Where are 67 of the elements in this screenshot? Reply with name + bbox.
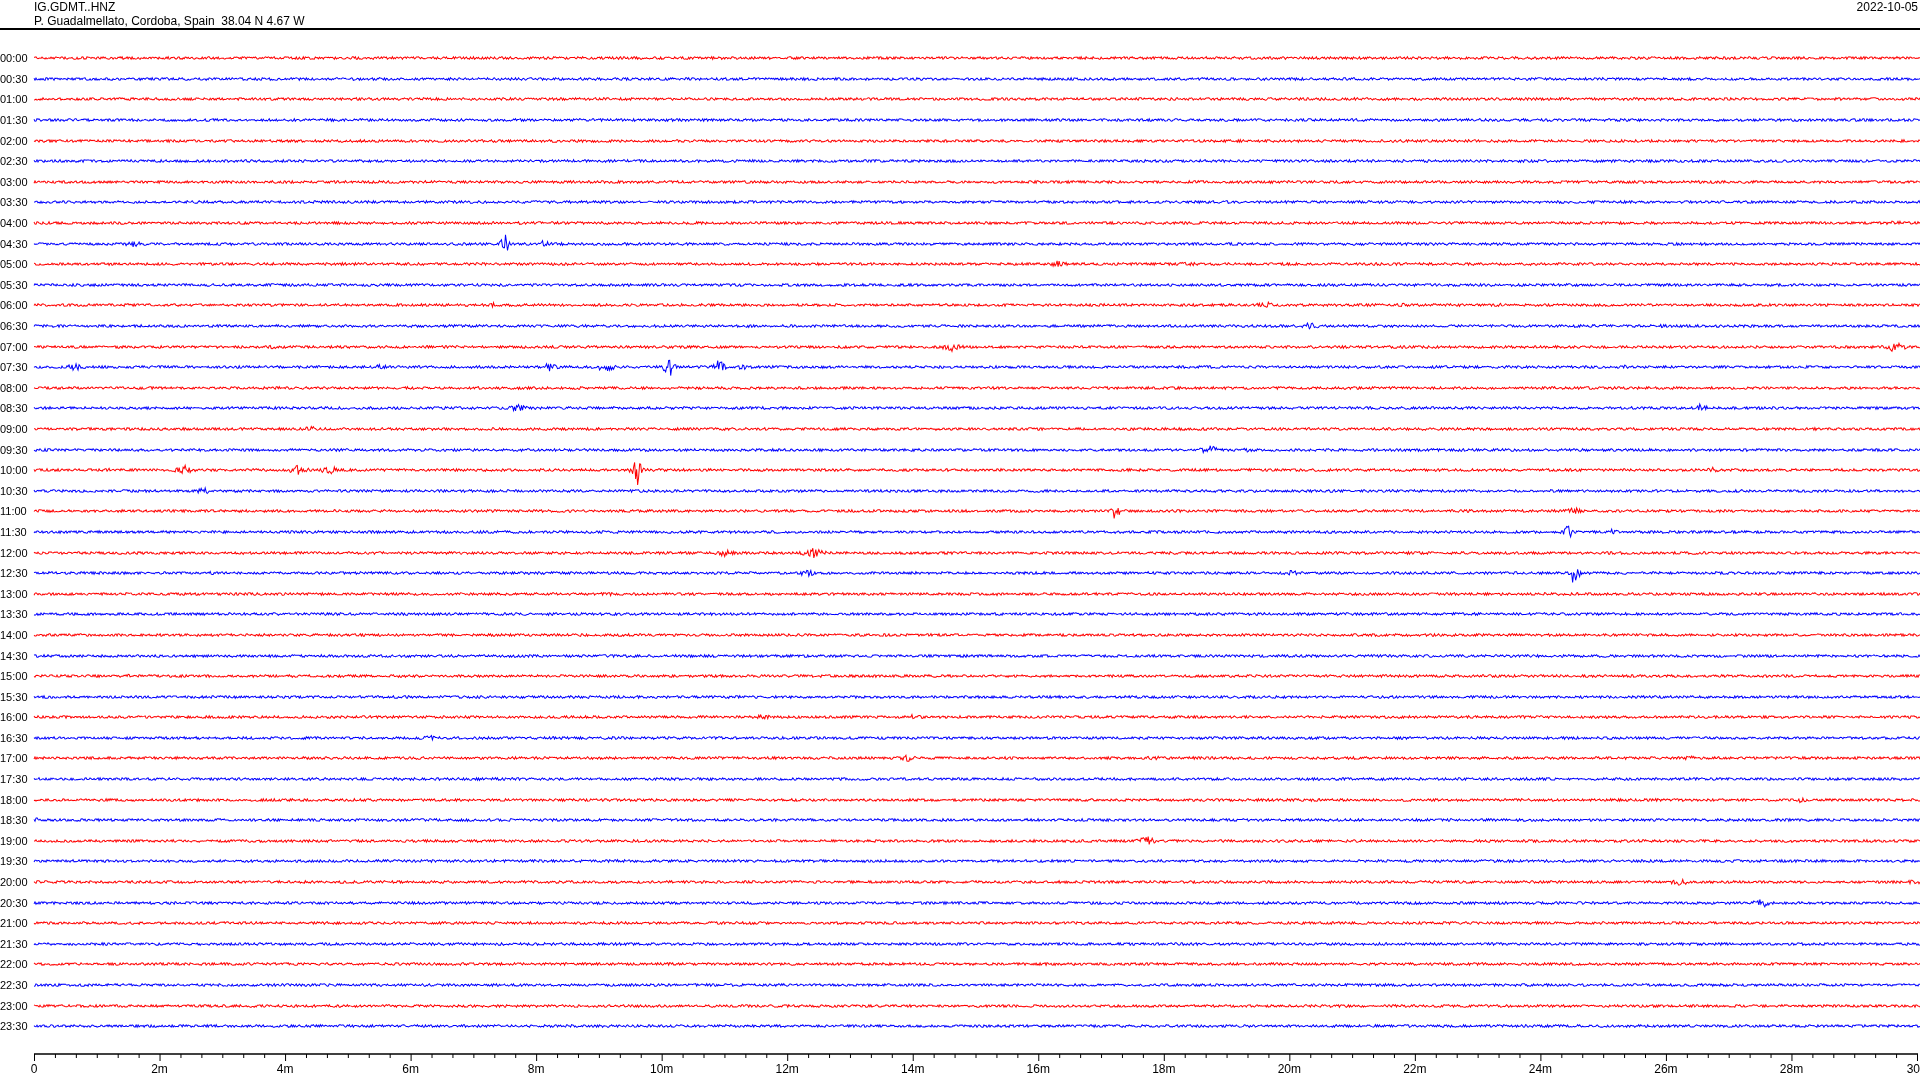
time-label: 02:00 bbox=[0, 134, 29, 147]
time-label: 09:00 bbox=[0, 423, 29, 435]
time-label: 04:00 bbox=[0, 217, 29, 230]
time-label: 12:00 bbox=[0, 546, 29, 559]
time-label: 14:00 bbox=[0, 628, 29, 641]
time-label: 03:00 bbox=[0, 175, 29, 188]
time-label: 16:30 bbox=[0, 731, 29, 744]
time-label: 08:30 bbox=[0, 402, 29, 415]
station-location: P. Guadalmellato, Cordoba, Spain 38.04 N 4.67 W bbox=[34, 14, 305, 28]
time-label: 19:00 bbox=[0, 834, 29, 847]
time-label: 15:00 bbox=[0, 670, 29, 683]
time-label: 08:00 bbox=[0, 381, 29, 394]
time-label: 11:00 bbox=[0, 505, 28, 518]
time-label: 16:00 bbox=[0, 711, 29, 724]
time-label: 18:00 bbox=[0, 793, 29, 806]
time-label: 13:00 bbox=[0, 587, 29, 600]
axis-label: 14m bbox=[901, 1061, 925, 1076]
axis-label: 16m bbox=[1026, 1061, 1050, 1076]
axis-label: 24m bbox=[1528, 1061, 1553, 1076]
time-label: 15:30 bbox=[0, 690, 29, 703]
axis-label: 4m bbox=[276, 1061, 294, 1076]
time-label: 06:30 bbox=[0, 320, 29, 332]
time-label: 13:30 bbox=[0, 608, 29, 621]
time-label: 21:00 bbox=[0, 917, 29, 930]
time-label: 06:00 bbox=[0, 299, 29, 312]
time-label: 11:30 bbox=[0, 525, 28, 538]
time-label: 05:00 bbox=[0, 258, 29, 271]
axis-label: 10m bbox=[650, 1061, 674, 1076]
time-label: 01:30 bbox=[0, 114, 29, 127]
station-code: IG.GDMT..HNZ bbox=[34, 0, 117, 14]
axis-label: 6m bbox=[402, 1061, 419, 1076]
time-label: 18:30 bbox=[0, 814, 29, 827]
axis-label: 26m bbox=[1654, 1061, 1678, 1076]
time-label: 10:00 bbox=[0, 464, 29, 477]
axis-label: 12m bbox=[775, 1061, 799, 1076]
time-label: 12:30 bbox=[0, 567, 29, 580]
time-label: 07:00 bbox=[0, 340, 29, 353]
time-label: 00:00 bbox=[0, 52, 29, 65]
axis-label: 0 bbox=[30, 1061, 38, 1076]
time-label: 07:30 bbox=[0, 361, 29, 374]
time-label: 03:30 bbox=[0, 196, 29, 209]
time-label: 20:00 bbox=[0, 876, 29, 889]
time-label: 22:00 bbox=[0, 958, 29, 971]
time-label: 14:30 bbox=[0, 649, 29, 662]
time-label: 02:30 bbox=[0, 155, 29, 168]
time-label: 01:00 bbox=[0, 93, 29, 106]
time-label: 21:30 bbox=[0, 937, 29, 950]
axis-label: 22m bbox=[1403, 1061, 1427, 1076]
time-label: 05:30 bbox=[0, 278, 29, 291]
time-label: 17:30 bbox=[0, 773, 29, 786]
axis-label: 2m bbox=[151, 1061, 168, 1076]
axis-label: 30 bbox=[1906, 1061, 1920, 1076]
time-label: 23:00 bbox=[0, 999, 29, 1012]
time-label: 23:30 bbox=[0, 1020, 29, 1033]
time-label: 17:00 bbox=[0, 752, 29, 765]
time-label: 20:30 bbox=[0, 896, 29, 909]
axis-label: 18m bbox=[1152, 1061, 1176, 1076]
time-label: 09:30 bbox=[0, 443, 29, 456]
time-label: 00:30 bbox=[0, 72, 29, 85]
axis-label: 28m bbox=[1779, 1061, 1804, 1076]
time-label: 10:30 bbox=[0, 484, 29, 497]
axis-label: 20m bbox=[1277, 1061, 1301, 1076]
time-label: 19:30 bbox=[0, 855, 29, 868]
time-label: 04:30 bbox=[0, 237, 29, 250]
date-label: 2022-10-05 bbox=[1856, 0, 1918, 16]
axis-label: 8m bbox=[527, 1061, 545, 1076]
time-label: 22:30 bbox=[0, 979, 29, 991]
